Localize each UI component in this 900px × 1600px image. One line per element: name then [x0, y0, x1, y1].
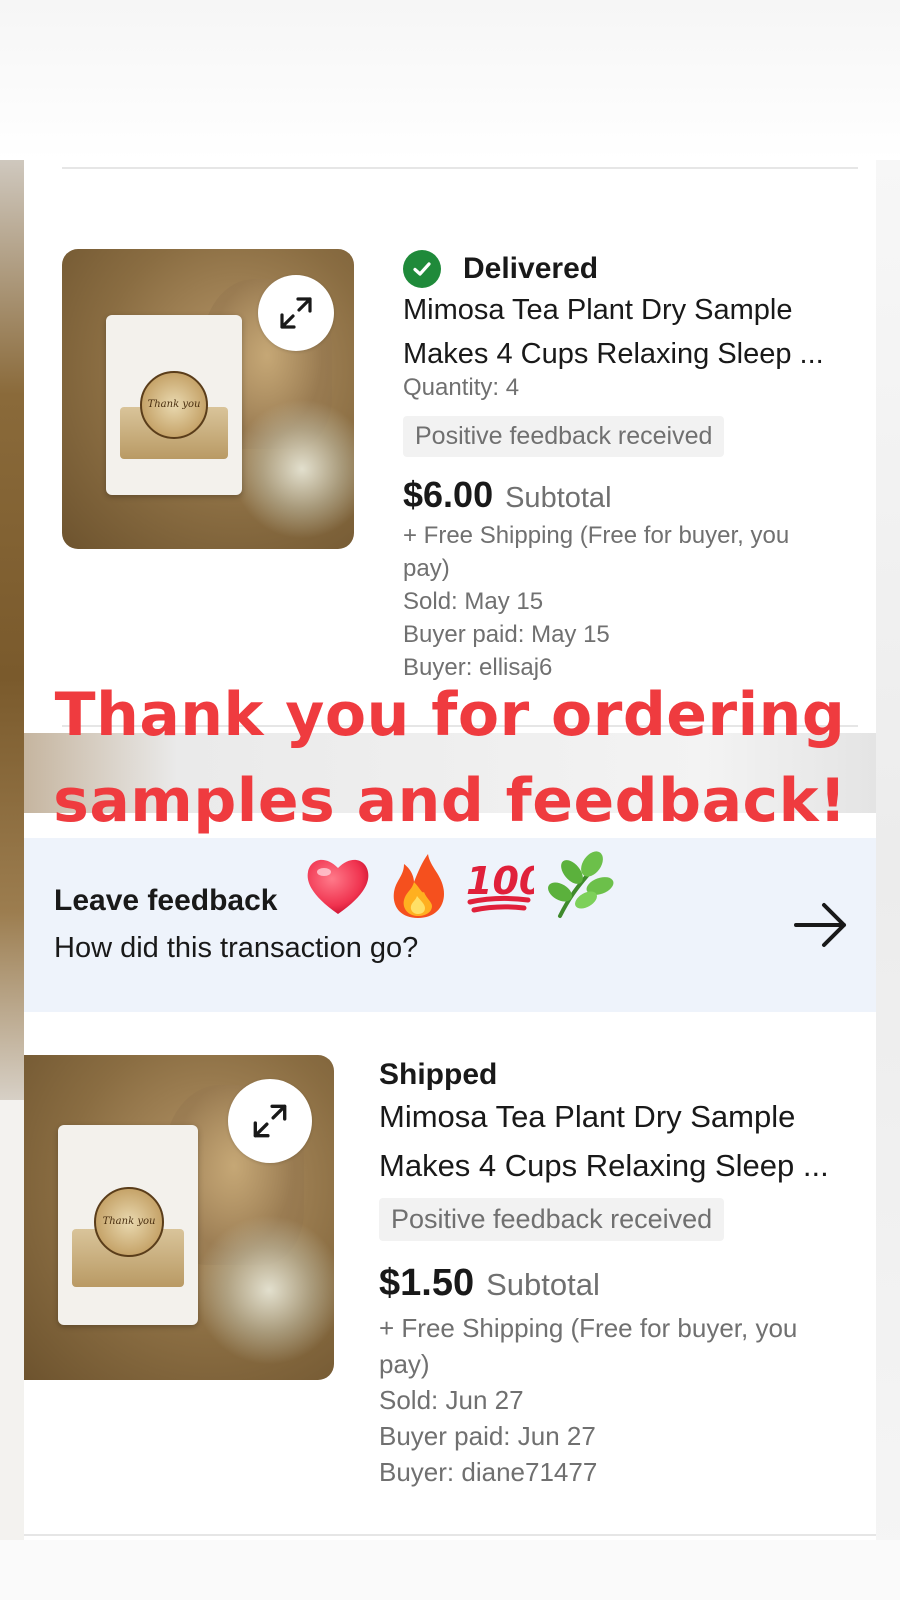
heart-emoji [307, 859, 369, 914]
shipping-line-cont: pay) [403, 555, 450, 582]
order-details: + Free Shipping (Free for buyer, you pay… [379, 1310, 797, 1490]
hundred-points-emoji: 100 [466, 859, 534, 913]
emoji-row: 100 [302, 850, 622, 922]
subtotal-label: Subtotal [505, 482, 612, 514]
buyer-paid-date: Buyer paid: Jun 27 [379, 1421, 596, 1451]
leave-feedback-subtitle: How did this transaction go? [54, 932, 419, 964]
expand-image-button[interactable] [258, 275, 334, 351]
price: $1.50 [379, 1262, 475, 1304]
bottom-blank-area [0, 1540, 900, 1600]
product-title[interactable]: Mimosa Tea Plant Dry Sample Makes 4 Cups… [403, 288, 824, 376]
product-image[interactable]: Thank you [62, 249, 354, 549]
thank-you-seal: Thank you [140, 371, 208, 439]
price-row: $6.00 Subtotal [403, 474, 612, 516]
product-title[interactable]: Mimosa Tea Plant Dry Sample Makes 4 Cups… [379, 1092, 829, 1190]
buyer-name: Buyer: diane71477 [379, 1457, 598, 1487]
arrow-right-icon[interactable] [792, 900, 850, 950]
order-details: + Free Shipping (Free for buyer, you pay… [403, 519, 789, 684]
bottom-divider [24, 1534, 876, 1536]
expand-icon [280, 297, 312, 329]
status-label: Delivered [463, 252, 599, 285]
shipping-line-cont: pay) [379, 1349, 430, 1379]
shipping-line: + Free Shipping (Free for buyer, you [403, 522, 790, 549]
subtotal-label: Subtotal [486, 1267, 600, 1302]
background-blur-left [0, 160, 24, 1100]
price: $6.00 [403, 474, 494, 515]
price-row: $1.50 Subtotal [379, 1262, 600, 1305]
check-circle-icon [403, 250, 441, 288]
overlay-caption-line1: Thank you for ordering [54, 680, 846, 750]
leave-feedback-title: Leave feedback [54, 884, 278, 917]
product-pouch: Thank you [106, 315, 242, 495]
expand-icon [253, 1104, 287, 1138]
feedback-badge: Positive feedback received [379, 1198, 725, 1241]
order-status: Shipped [379, 1058, 497, 1092]
buyer-paid-date: Buyer paid: May 15 [403, 621, 610, 648]
status-label: Shipped [379, 1058, 498, 1091]
background-blur-right [876, 160, 900, 1560]
fire-emoji [393, 854, 444, 918]
feedback-badge: Positive feedback received [403, 416, 725, 457]
thank-you-seal: Thank you [94, 1187, 164, 1257]
quantity-label: Quantity: 4 [403, 374, 520, 401]
overlay-caption-line2: samples and feedback! [53, 766, 847, 836]
expand-image-button[interactable] [228, 1079, 312, 1163]
sold-date: Sold: Jun 27 [379, 1385, 524, 1415]
order-status: Delivered [403, 250, 598, 288]
shipping-line: + Free Shipping (Free for buyer, you [379, 1313, 798, 1343]
top-divider [62, 167, 858, 169]
sold-date: Sold: May 15 [403, 588, 544, 615]
herb-emoji [548, 851, 614, 918]
product-pouch: Thank you [58, 1125, 198, 1325]
product-image[interactable]: Thank you [24, 1055, 334, 1380]
top-blank-area [0, 0, 900, 160]
